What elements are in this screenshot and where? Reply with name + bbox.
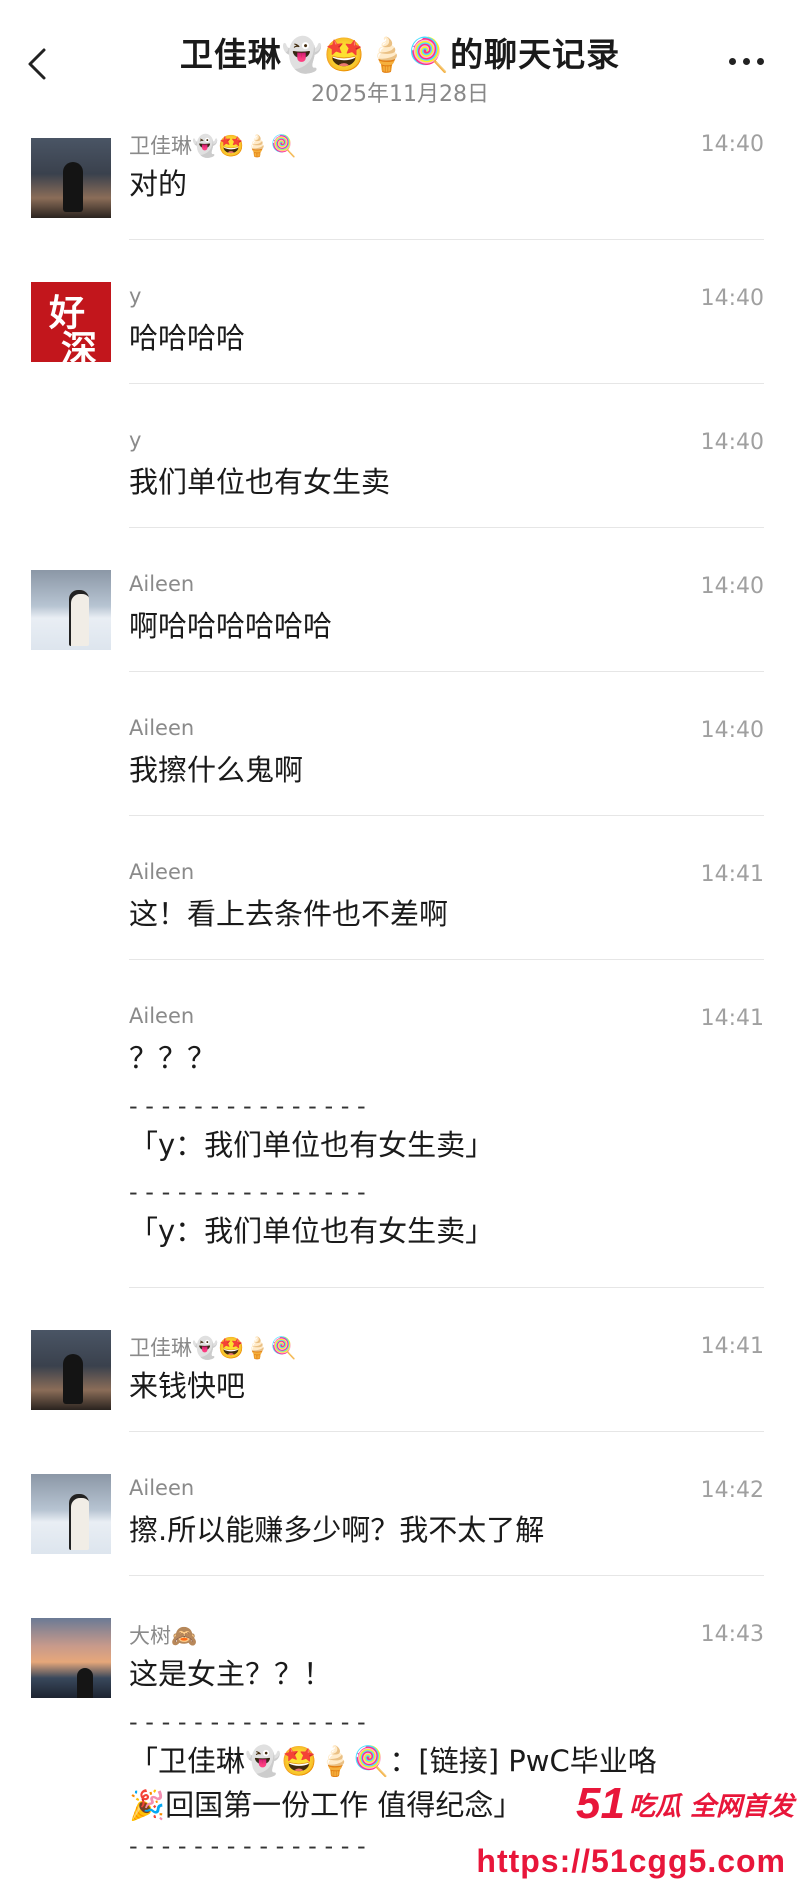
message-text[interactable]: 对的 (129, 162, 187, 206)
watermark-url: https://51cgg5.com (476, 1843, 786, 1879)
message-text[interactable]: 我们单位也有女生卖 (129, 460, 390, 504)
avatar[interactable] (31, 1618, 111, 1698)
message-text[interactable]: 这！看上去条件也不差啊 (129, 892, 448, 936)
watermark-brand-text: 吃瓜 全网首发 (628, 1791, 794, 1822)
quote-separator: - - - - - - - - - - - - - - - (129, 1178, 366, 1206)
message-text[interactable]: 我擦什么鬼啊 (129, 748, 303, 792)
message-time: 14:42 (700, 1478, 764, 1503)
message-time: 14:40 (700, 132, 764, 157)
sender-name: 卫佳琳👻🤩🍦🍭 (129, 134, 297, 158)
avatar[interactable]: 好 深 (31, 282, 111, 362)
message-time: 14:40 (700, 430, 764, 455)
page-title: 卫佳琳👻🤩🍦🍭的聊天记录 (179, 35, 621, 74)
quoted-message[interactable]: 「卫佳琳👻🤩🍦🍭：[链接] PwC毕业咯 (129, 1738, 657, 1780)
watermark-logo: 51 吃瓜 全网首发 (575, 1779, 794, 1828)
message-item: Aileen 14:40 啊哈哈哈哈哈哈 (0, 528, 800, 672)
message-text[interactable]: 哈哈哈哈 (129, 316, 245, 360)
message-text[interactable]: 啊哈哈哈哈哈哈 (129, 604, 332, 648)
sender-name: y (129, 284, 142, 308)
message-text[interactable]: 来钱快吧 (129, 1364, 245, 1408)
message-item: Aileen 14:41 ？？？ - - - - - - - - - - - -… (0, 960, 800, 1288)
message-text[interactable]: 这是女主？？！ (129, 1652, 332, 1696)
message-item: y 14:40 我们单位也有女生卖 (0, 384, 800, 528)
message-time: 14:40 (700, 286, 764, 311)
message-item: Aileen 14:41 这！看上去条件也不差啊 (0, 816, 800, 960)
avatar[interactable] (31, 1474, 111, 1554)
message-list: 卫佳琳👻🤩🍦🍭 14:40 对的 好 深 y 14:40 哈哈哈哈 y 14:4… (0, 120, 800, 1896)
message-item: 好 深 y 14:40 哈哈哈哈 (0, 240, 800, 384)
header: 卫佳琳👻🤩🍦🍭的聊天记录 2025年11月28日 (0, 0, 800, 120)
sender-name: 大树🙈 (129, 1624, 198, 1648)
sender-name: y (129, 428, 142, 452)
sender-name: Aileen (129, 1004, 195, 1028)
quote-separator: - - - - - - - - - - - - - - - (129, 1708, 366, 1736)
message-time: 14:40 (700, 574, 764, 599)
quoted-message[interactable]: 🎉回国第一份工作 值得纪念」 (129, 1782, 522, 1824)
quoted-message[interactable]: 「y：我们单位也有女生卖」 (129, 1122, 494, 1164)
message-item: 卫佳琳👻🤩🍦🍭 14:41 来钱快吧 (0, 1288, 800, 1432)
message-item: Aileen 14:40 我擦什么鬼啊 (0, 672, 800, 816)
sender-name: Aileen (129, 1476, 195, 1500)
message-time: 14:41 (700, 862, 764, 887)
message-text[interactable]: 擦.所以能赚多少啊？我不太了解 (129, 1508, 544, 1552)
avatar[interactable] (31, 138, 111, 218)
message-time: 14:40 (700, 718, 764, 743)
message-time: 14:41 (700, 1334, 764, 1359)
more-options-icon[interactable] (729, 46, 764, 76)
quote-separator: - - - - - - - - - - - - - - - (129, 1092, 366, 1120)
sender-name: Aileen (129, 860, 195, 884)
message-time: 14:41 (700, 1006, 764, 1031)
message-item: 卫佳琳👻🤩🍦🍭 14:40 对的 (0, 120, 800, 240)
quote-separator: - - - - - - - - - - - - - - - (129, 1832, 366, 1860)
avatar[interactable] (31, 570, 111, 650)
sender-name: Aileen (129, 716, 195, 740)
avatar-calligraphy: 深 (61, 328, 98, 362)
avatar[interactable] (31, 1330, 111, 1410)
sender-name: 卫佳琳👻🤩🍦🍭 (129, 1336, 297, 1360)
watermark-brand-number: 51 (575, 1779, 625, 1828)
sender-name: Aileen (129, 572, 195, 596)
message-time: 14:43 (700, 1622, 764, 1647)
message-item: Aileen 14:42 擦.所以能赚多少啊？我不太了解 (0, 1432, 800, 1576)
quoted-message[interactable]: 「y：我们单位也有女生卖」 (129, 1208, 494, 1250)
chat-date: 2025年11月28日 (311, 82, 489, 107)
message-text[interactable]: ？？？ (129, 1036, 216, 1080)
